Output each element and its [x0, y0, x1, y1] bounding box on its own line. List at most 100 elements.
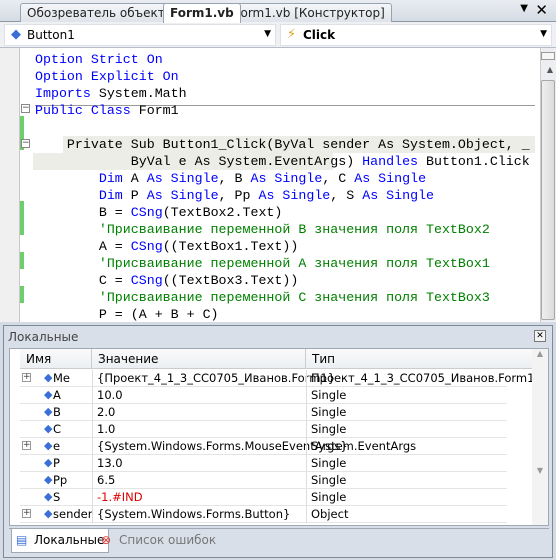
variable-icon: ◆ — [44, 405, 53, 418]
tab-form1-code[interactable]: Form1.vb — [163, 3, 241, 23]
variable-value[interactable]: 1.0 — [92, 421, 115, 438]
keyword-token: Imports — [35, 86, 91, 101]
variable-type: Single — [306, 455, 346, 472]
variable-name: P — [53, 456, 60, 470]
code-token: P = (A + B + C) — [35, 307, 219, 322]
locals-row[interactable]: ◆ S -1.#IND Single — [20, 489, 507, 506]
chevron-down-icon[interactable]: ▼ — [520, 3, 528, 14]
variable-type: Single — [306, 404, 346, 421]
locals-title: Локальные — [8, 330, 79, 344]
close-icon[interactable]: ✕ — [534, 330, 546, 342]
variable-type: System.EventArgs — [306, 438, 416, 455]
expand-icon[interactable]: + — [22, 509, 31, 518]
code-token: , B — [218, 171, 251, 186]
variable-icon: ◆ — [44, 490, 53, 503]
code-line[interactable]: 'Присваивание переменной B значения поля… — [35, 221, 490, 238]
variable-icon: ◆ — [44, 388, 53, 401]
variable-value[interactable]: 13.0 — [92, 455, 123, 472]
scroll-thumb[interactable] — [541, 80, 555, 320]
variable-name: Pp — [53, 473, 68, 487]
class-icon: ◆ — [11, 27, 21, 42]
chevron-down-icon[interactable]: ▼ — [264, 29, 271, 39]
tab-error-list[interactable]: ⊗ Список ошибок — [97, 529, 220, 553]
code-token: Private Sub Button1_Click(ByVal sender A… — [35, 137, 530, 152]
class-name-value: Button1 — [27, 28, 75, 42]
variable-name: C — [53, 422, 62, 436]
code-line[interactable]: ByVal e As System.EventArgs) Handles But… — [35, 153, 530, 170]
locals-scrollbar[interactable]: ▲ ▼ — [532, 349, 548, 525]
column-header-type[interactable]: Тип — [306, 349, 533, 369]
class-name-dropdown[interactable]: ◆ Button1 ▼ — [4, 24, 276, 46]
variable-name: sender — [53, 507, 93, 521]
variable-value[interactable]: 6.5 — [92, 472, 115, 489]
locals-row[interactable]: ◆ Pp 6.5 Single — [20, 472, 507, 489]
locals-row[interactable]: ◆ A 10.0 Single — [20, 387, 507, 404]
column-header-name[interactable]: Имя — [20, 349, 92, 369]
variable-type: Single — [306, 387, 346, 404]
collapse-icon[interactable]: − — [21, 139, 30, 148]
code-line[interactable]: Dim P As Single, Pp As Single, S As Sing… — [35, 187, 434, 204]
code-line[interactable]: Option Strict On — [35, 51, 163, 68]
variable-icon: ◆ — [44, 473, 53, 486]
locals-row[interactable]: + ◆ sender {System.Windows.Forms.Button} Obj… — [20, 506, 507, 523]
variable-name: e — [53, 439, 61, 453]
column-header-value[interactable]: Значение — [92, 349, 306, 369]
locals-row[interactable]: ◆ P 13.0 Single — [20, 455, 507, 472]
code-line[interactable]: A = CSng((TextBox1.Text)) — [35, 238, 299, 255]
code-editor[interactable]: − − Option Strict On Option Explicit On Im… — [0, 48, 556, 322]
code-token: System.Math — [90, 86, 187, 101]
method-name-dropdown[interactable]: ⚡ Click ▼ — [280, 24, 552, 46]
tab-form1-designer[interactable]: Form1.vb [Конструктор] — [227, 3, 392, 22]
code-token: A = — [35, 239, 131, 254]
code-token: , C — [322, 171, 355, 186]
tab-locals[interactable]: ▤ Локальные — [11, 529, 110, 553]
locals-row[interactable]: ◆ C 1.0 Single — [20, 421, 507, 438]
expand-icon[interactable]: + — [22, 373, 31, 382]
locals-row[interactable]: + ◆ e {System.Windows.Forms.MouseEventArgs}… — [20, 438, 507, 455]
close-icon[interactable]: ✕ — [535, 1, 548, 19]
variable-type: Проект_4_1_3_CC0705_Иванов.Form1 — [306, 370, 534, 387]
code-line[interactable]: 'Присваивание переменной C значения поля… — [35, 289, 490, 306]
scroll-up-arrow-icon[interactable]: ▲ — [547, 65, 553, 74]
locals-row[interactable]: + ◆ Me {Проект_4_1_3_CC0705_Иванов.Form1} Пр… — [20, 370, 534, 387]
keyword-token: As Single — [354, 171, 427, 186]
code-token: ((TextBox1.Text)) — [162, 239, 299, 254]
code-line[interactable]: Option Explicit On — [35, 68, 179, 85]
collapse-icon[interactable]: − — [21, 104, 30, 113]
variable-value[interactable]: 10.0 — [92, 387, 123, 404]
code-line[interactable]: C = CSng((TextBox3.Text)) — [35, 272, 299, 289]
variable-value[interactable]: {Проект_4_1_3_CC0705_Иванов.Form1} — [92, 370, 335, 387]
code-line[interactable]: Private Sub Button1_Click(ByVal sender A… — [35, 136, 530, 153]
code-token: Button1.Click — [418, 154, 530, 169]
variable-value[interactable]: 2.0 — [92, 404, 115, 421]
variable-value[interactable]: -1.#IND — [92, 489, 143, 506]
variable-name: A — [53, 388, 61, 402]
keyword-token: Option Strict On — [35, 52, 163, 67]
code-token: C = — [35, 273, 131, 288]
method-name-value: Click — [303, 28, 336, 42]
chevron-down-icon[interactable]: ▼ — [540, 29, 547, 39]
code-line[interactable]: P = (A + B + C) — [35, 306, 219, 322]
expand-icon[interactable]: + — [22, 441, 31, 450]
splitter-handle[interactable] — [541, 52, 555, 60]
variable-icon: ◆ — [44, 456, 53, 469]
code-token: ((TextBox3.Text)) — [162, 273, 299, 288]
variable-value[interactable]: {System.Windows.Forms.Button} — [92, 506, 290, 523]
code-token: P — [122, 188, 147, 203]
variable-icon: ◆ — [44, 371, 53, 384]
code-line[interactable]: B = CSng(TextBox2.Text) — [35, 204, 283, 221]
variable-icon: ◆ — [44, 422, 53, 435]
locals-row[interactable]: ◆ B 2.0 Single — [20, 404, 507, 421]
comment-token: 'Присваивание переменной C значения поля… — [35, 290, 490, 305]
code-line[interactable]: Imports System.Math — [35, 85, 187, 102]
code-token: , S — [330, 188, 363, 203]
change-marker — [20, 286, 24, 303]
tab-object-browser[interactable]: Обозреватель объектов — [20, 3, 187, 22]
code-line[interactable]: 'Присваивание переменной A значения поля… — [35, 255, 490, 272]
comment-token: 'Присваивание переменной B значения поля… — [35, 222, 490, 237]
code-line[interactable]: Dim A As Single, B As Single, C As Singl… — [35, 170, 426, 187]
tab-locals-label: Локальные — [34, 533, 105, 547]
code-line[interactable]: Public Class Form1 — [35, 102, 179, 119]
variable-type: Single — [306, 421, 346, 438]
vertical-scrollbar[interactable]: ▲ — [540, 48, 556, 322]
